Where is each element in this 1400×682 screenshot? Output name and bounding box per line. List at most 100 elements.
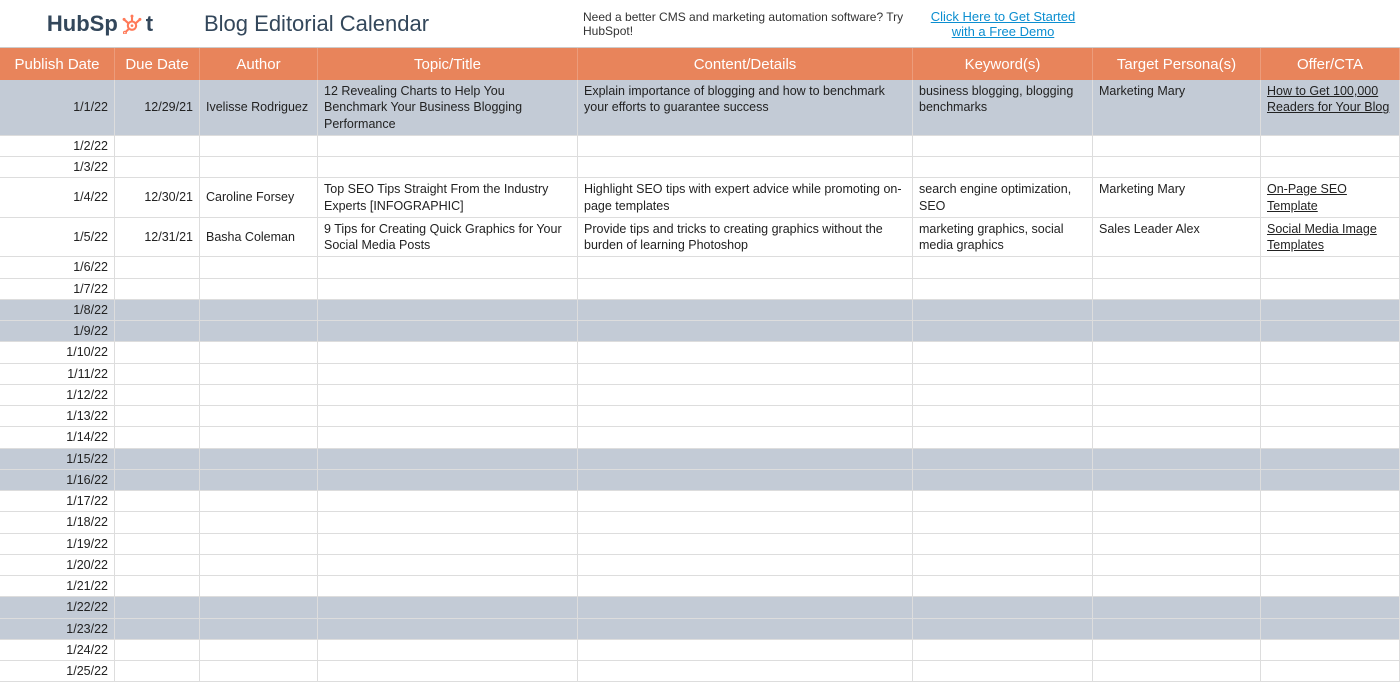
- cell-content[interactable]: Explain importance of blogging and how t…: [578, 80, 913, 135]
- cell-keywords[interactable]: marketing graphics, social media graphic…: [913, 218, 1093, 257]
- cell-due[interactable]: [115, 470, 200, 490]
- cell-offer[interactable]: How to Get 100,000 Readers for Your Blog: [1261, 80, 1400, 135]
- cell-due[interactable]: [115, 279, 200, 299]
- cell-due[interactable]: [115, 661, 200, 681]
- cell-keywords[interactable]: [913, 427, 1093, 447]
- cell-publish[interactable]: 1/18/22: [0, 512, 115, 532]
- cell-publish[interactable]: 1/10/22: [0, 342, 115, 362]
- cell-persona[interactable]: [1093, 512, 1261, 532]
- cell-offer[interactable]: [1261, 640, 1400, 660]
- cell-content[interactable]: [578, 406, 913, 426]
- cell-persona[interactable]: [1093, 406, 1261, 426]
- table-row[interactable]: 1/1/2212/29/21Ivelisse Rodriguez12 Revea…: [0, 80, 1400, 136]
- cell-author[interactable]: [200, 406, 318, 426]
- cell-topic[interactable]: [318, 597, 578, 617]
- cell-due[interactable]: [115, 300, 200, 320]
- cell-publish[interactable]: 1/2/22: [0, 136, 115, 156]
- cell-persona[interactable]: [1093, 449, 1261, 469]
- cell-topic[interactable]: [318, 534, 578, 554]
- cell-topic[interactable]: [318, 300, 578, 320]
- cell-publish[interactable]: 1/22/22: [0, 597, 115, 617]
- offer-link[interactable]: Social Media Image Templates: [1267, 221, 1393, 254]
- cell-keywords[interactable]: business blogging, blogging benchmarks: [913, 80, 1093, 135]
- cell-publish[interactable]: 1/6/22: [0, 257, 115, 277]
- cell-publish[interactable]: 1/11/22: [0, 364, 115, 384]
- table-row[interactable]: 1/23/22: [0, 619, 1400, 640]
- cell-offer[interactable]: Social Media Image Templates: [1261, 218, 1400, 257]
- cell-content[interactable]: [578, 576, 913, 596]
- cell-content[interactable]: [578, 640, 913, 660]
- cell-keywords[interactable]: [913, 364, 1093, 384]
- cell-topic[interactable]: [318, 342, 578, 362]
- table-row[interactable]: 1/24/22: [0, 640, 1400, 661]
- cell-offer[interactable]: [1261, 597, 1400, 617]
- cell-content[interactable]: [578, 555, 913, 575]
- table-row[interactable]: 1/22/22: [0, 597, 1400, 618]
- cell-author[interactable]: [200, 364, 318, 384]
- cell-content[interactable]: [578, 491, 913, 511]
- cell-topic[interactable]: [318, 512, 578, 532]
- cell-persona[interactable]: [1093, 534, 1261, 554]
- cell-topic[interactable]: [318, 279, 578, 299]
- cell-persona[interactable]: [1093, 279, 1261, 299]
- cell-offer[interactable]: [1261, 257, 1400, 277]
- cell-topic[interactable]: [318, 491, 578, 511]
- cell-publish[interactable]: 1/17/22: [0, 491, 115, 511]
- cell-content[interactable]: [578, 470, 913, 490]
- cell-author[interactable]: [200, 640, 318, 660]
- offer-link[interactable]: On-Page SEO Template: [1267, 181, 1393, 214]
- cell-offer[interactable]: [1261, 136, 1400, 156]
- cell-offer[interactable]: [1261, 619, 1400, 639]
- cell-persona[interactable]: [1093, 427, 1261, 447]
- cell-persona[interactable]: [1093, 491, 1261, 511]
- table-row[interactable]: 1/2/22: [0, 136, 1400, 157]
- cell-keywords[interactable]: [913, 661, 1093, 681]
- cell-content[interactable]: [578, 136, 913, 156]
- cell-publish[interactable]: 1/1/22: [0, 80, 115, 135]
- cell-publish[interactable]: 1/19/22: [0, 534, 115, 554]
- cell-publish[interactable]: 1/23/22: [0, 619, 115, 639]
- table-row[interactable]: 1/4/2212/30/21Caroline ForseyTop SEO Tip…: [0, 178, 1400, 218]
- cell-offer[interactable]: [1261, 449, 1400, 469]
- cell-author[interactable]: Basha Coleman: [200, 218, 318, 257]
- cell-keywords[interactable]: [913, 136, 1093, 156]
- cell-content[interactable]: [578, 257, 913, 277]
- cell-topic[interactable]: 9 Tips for Creating Quick Graphics for Y…: [318, 218, 578, 257]
- cell-author[interactable]: [200, 555, 318, 575]
- cell-content[interactable]: [578, 449, 913, 469]
- cell-topic[interactable]: [318, 470, 578, 490]
- table-row[interactable]: 1/14/22: [0, 427, 1400, 448]
- cell-publish[interactable]: 1/14/22: [0, 427, 115, 447]
- cell-author[interactable]: [200, 576, 318, 596]
- cell-topic[interactable]: [318, 406, 578, 426]
- cell-keywords[interactable]: [913, 300, 1093, 320]
- cell-persona[interactable]: [1093, 342, 1261, 362]
- cell-persona[interactable]: [1093, 661, 1261, 681]
- cell-topic[interactable]: [318, 555, 578, 575]
- cell-author[interactable]: Caroline Forsey: [200, 178, 318, 217]
- cell-persona[interactable]: [1093, 157, 1261, 177]
- cell-publish[interactable]: 1/5/22: [0, 218, 115, 257]
- cell-offer[interactable]: [1261, 321, 1400, 341]
- cell-content[interactable]: [578, 534, 913, 554]
- table-row[interactable]: 1/8/22: [0, 300, 1400, 321]
- cell-topic[interactable]: [318, 364, 578, 384]
- cell-topic[interactable]: [318, 619, 578, 639]
- cell-offer[interactable]: [1261, 385, 1400, 405]
- cell-author[interactable]: [200, 491, 318, 511]
- cell-persona[interactable]: [1093, 597, 1261, 617]
- cell-author[interactable]: [200, 597, 318, 617]
- cell-keywords[interactable]: [913, 597, 1093, 617]
- cell-author[interactable]: [200, 512, 318, 532]
- table-row[interactable]: 1/19/22: [0, 534, 1400, 555]
- cell-author[interactable]: [200, 300, 318, 320]
- cell-due[interactable]: [115, 576, 200, 596]
- cell-offer[interactable]: [1261, 279, 1400, 299]
- cell-offer[interactable]: [1261, 342, 1400, 362]
- cell-due[interactable]: [115, 406, 200, 426]
- cell-due[interactable]: [115, 512, 200, 532]
- cell-author[interactable]: [200, 342, 318, 362]
- cell-topic[interactable]: [318, 661, 578, 681]
- cell-keywords[interactable]: [913, 342, 1093, 362]
- table-row[interactable]: 1/3/22: [0, 157, 1400, 178]
